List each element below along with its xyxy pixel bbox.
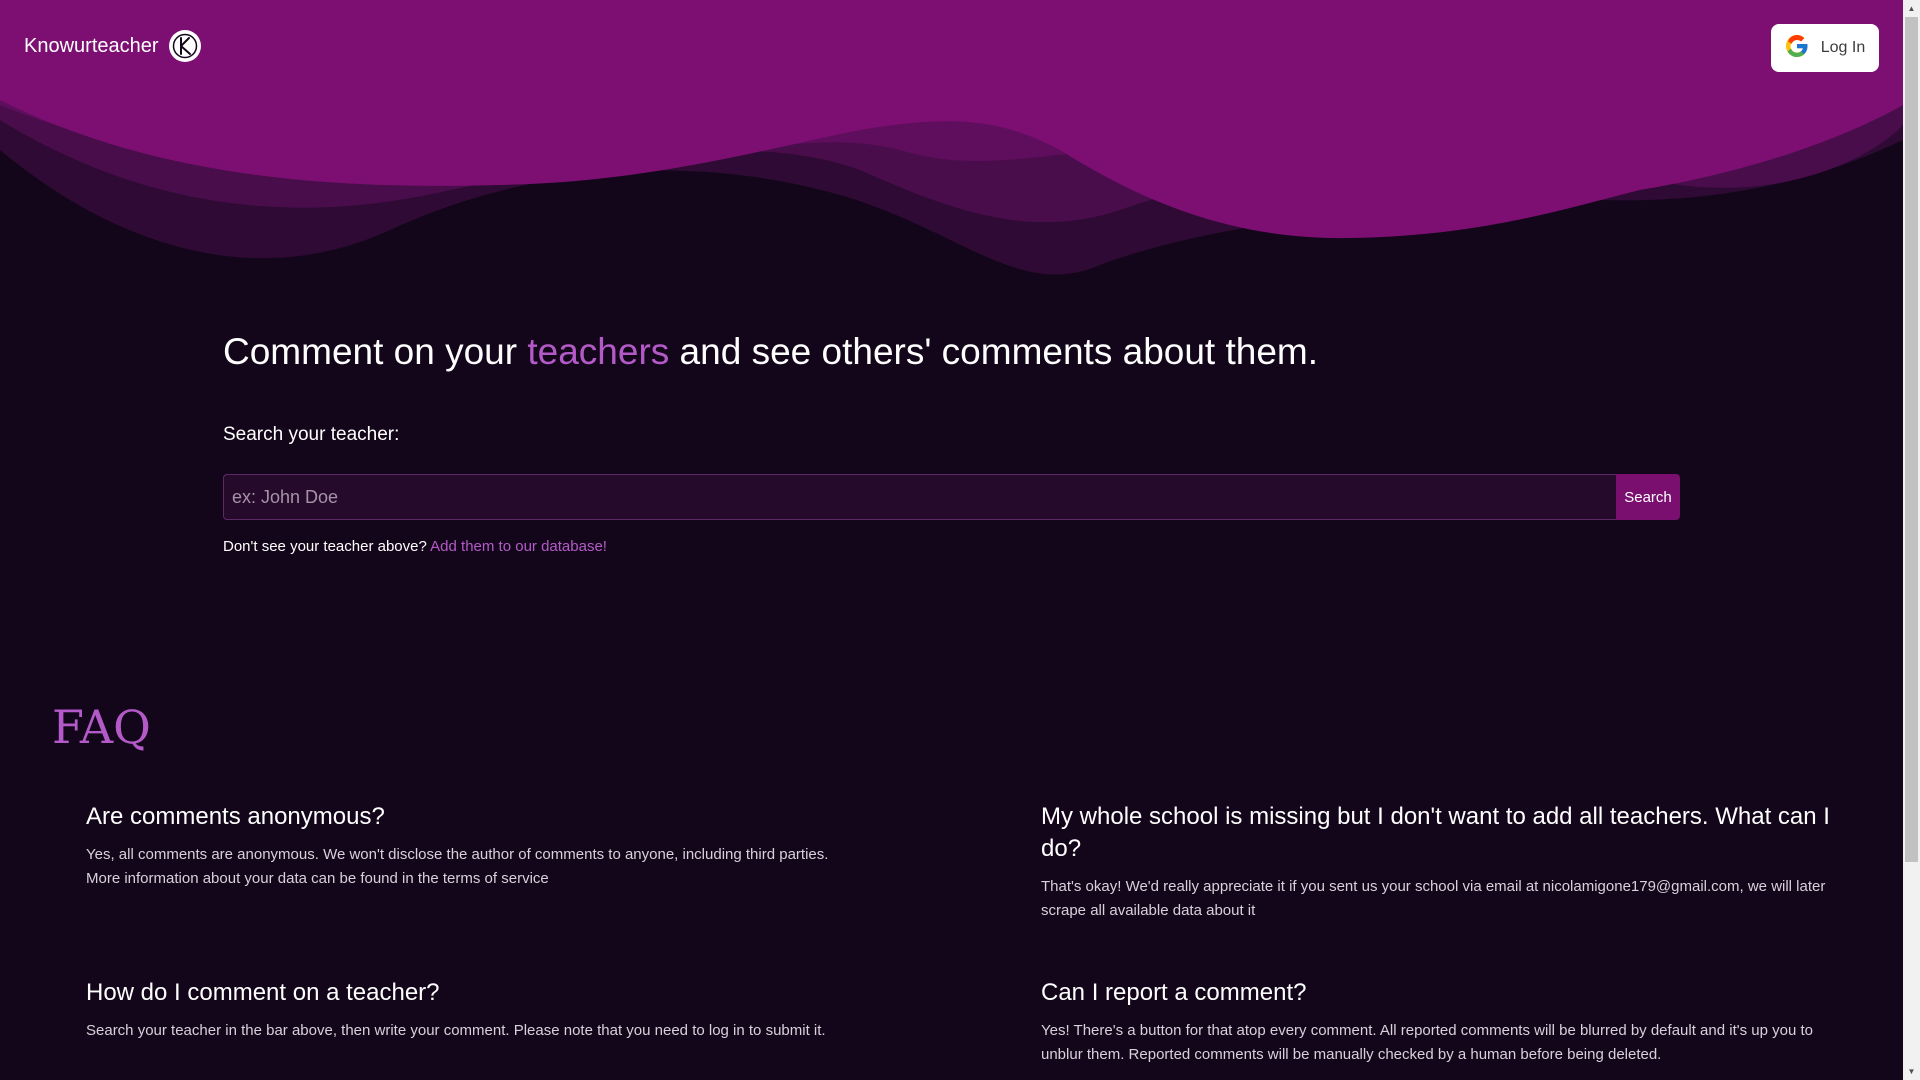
brand[interactable]: Knowurteacher: [24, 30, 201, 62]
search-label: Search your teacher:: [223, 424, 400, 445]
faq-question: How do I comment on a teacher?: [86, 979, 440, 1006]
faq-answer: Search your teacher in the bar above, th…: [86, 1022, 826, 1039]
faq-question: Can I report a comment?: [1041, 979, 1307, 1006]
page: Knowurteacher Log In Comment on your tea…: [0, 0, 1920, 1080]
hero-title: Comment on your teachers and see others'…: [223, 331, 1318, 373]
scrollbar-thumb[interactable]: [1905, 17, 1918, 862]
faq-item: Can I report a comment? Yes! There's a b…: [1041, 977, 1831, 1067]
faq-question: My whole school is missing but I don't w…: [1041, 803, 1830, 862]
faq-answer: Yes, all comments are anonymous. We won'…: [86, 846, 829, 887]
search-button[interactable]: Search: [1616, 474, 1680, 520]
scroll-up-arrow-icon[interactable]: ▲: [1903, 0, 1920, 17]
search-bar: Search: [223, 474, 1680, 520]
scroll-down-arrow-icon[interactable]: ▼: [1903, 1063, 1920, 1080]
faq-title: FAQ: [52, 700, 151, 754]
faq-item: How do I comment on a teacher? Search yo…: [86, 977, 866, 1043]
knowurteacher-logo-icon: [168, 30, 201, 62]
hero-title-start: Comment on your: [223, 331, 528, 372]
header-wave-background: [0, 0, 1903, 275]
login-label: Log In: [1820, 39, 1866, 56]
vertical-scrollbar[interactable]: ▲ ▼: [1903, 0, 1920, 1080]
faq-item: Are comments anonymous? Yes, all comment…: [86, 801, 866, 891]
faq-answer: That's okay! We'd really appreciate it i…: [1041, 878, 1826, 919]
brand-name: Knowurteacher: [24, 34, 159, 57]
login-button[interactable]: Log In: [1771, 24, 1879, 72]
hero-title-end: and see others' comments about them.: [669, 331, 1319, 372]
hero-title-accent: teachers: [527, 331, 670, 372]
add-teacher-note: Don't see your teacher above? Add them t…: [223, 538, 607, 555]
google-icon: [1785, 34, 1809, 63]
faq-answer: Yes! There's a button for that atop ever…: [1041, 1022, 1813, 1063]
add-teacher-question: Don't see your teacher above?: [223, 538, 427, 555]
faq-question: Are comments anonymous?: [86, 803, 385, 830]
add-teacher-link[interactable]: Add them to our database!: [430, 538, 607, 555]
teacher-search-input[interactable]: [223, 474, 1616, 520]
faq-item: My whole school is missing but I don't w…: [1041, 801, 1831, 923]
